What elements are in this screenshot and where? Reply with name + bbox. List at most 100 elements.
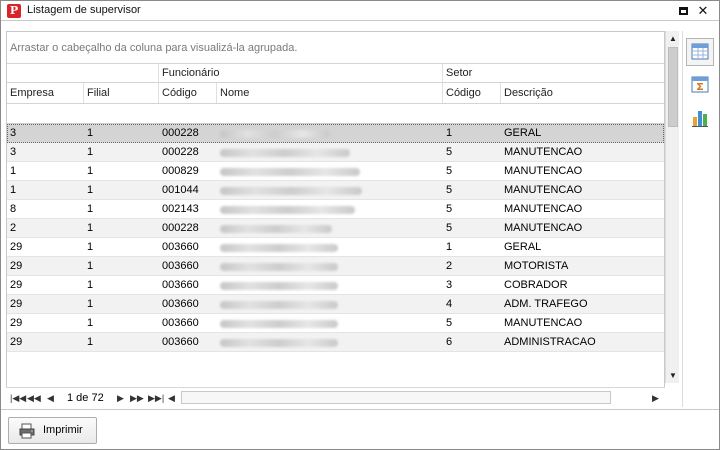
next-page-icon[interactable]: ▶ (117, 391, 124, 405)
table-row[interactable]: 1 1 001044 5 MANUTENCAO (7, 181, 664, 200)
pager-bar: |◀◀ ◀◀ ◀ 1 de 72 ▶ ▶▶ ▶▶| ◀ ▶ (6, 387, 665, 407)
cell-filial: 1 (87, 279, 94, 291)
cell-empresa: 29 (10, 317, 23, 329)
cell-nome (217, 162, 443, 180)
cell-filial: 1 (87, 203, 94, 215)
cell-setor-codigo: 5 (446, 146, 453, 158)
cell-empresa: 29 (10, 336, 23, 348)
scrollbar-thumb[interactable] (668, 47, 678, 127)
table-row[interactable]: 29 1 003660 5 MANUTENCAO (7, 314, 664, 333)
cell-descricao: MANUTENCAO (504, 146, 583, 158)
table-row[interactable]: 29 1 003660 6 ADMINISTRACAO (7, 333, 664, 352)
group-by-hint: Arrastar o cabeçalho da coluna para visu… (10, 42, 298, 54)
band-setor[interactable]: Setor (443, 64, 664, 82)
table-row[interactable]: 29 1 003660 4 ADM. TRAFEGO (7, 295, 664, 314)
title-bar: P Listagem de supervisor ✕ (1, 1, 719, 21)
side-toolbar (682, 31, 716, 407)
chart-view-button[interactable] (686, 104, 714, 132)
print-button[interactable]: Imprimir (8, 417, 97, 444)
cell-nome (217, 143, 443, 161)
cell-filial: 1 (87, 317, 94, 329)
pivot-view-button[interactable] (686, 71, 714, 99)
group-by-panel[interactable]: Arrastar o cabeçalho da coluna para visu… (7, 32, 664, 64)
cell-empresa: 29 (10, 260, 23, 272)
cell-codigo: 003660 (162, 241, 199, 253)
cell-setor-codigo: 1 (446, 127, 453, 139)
horizontal-scrollbar[interactable] (181, 391, 611, 404)
cell-descricao: GERAL (504, 127, 542, 139)
cell-codigo: 000228 (162, 127, 199, 139)
cell-filial: 1 (87, 336, 94, 348)
cell-empresa: 2 (10, 222, 17, 234)
cell-filial: 1 (87, 241, 94, 253)
restore-button[interactable] (675, 3, 691, 19)
column-header-row: Empresa Filial Código Nome Código Descri… (7, 83, 664, 104)
column-header-nome[interactable]: Nome (217, 83, 443, 103)
prev-group-icon[interactable]: ◀◀ (27, 391, 41, 405)
grid-view-button[interactable] (686, 38, 714, 66)
window-title: Listagem de supervisor (27, 4, 141, 16)
cell-setor-codigo: 6 (446, 336, 453, 348)
cell-nome (217, 257, 443, 275)
cell-empresa: 8 (10, 203, 17, 215)
scroll-left-icon[interactable]: ◀ (168, 391, 175, 405)
column-header-filial[interactable]: Filial (84, 83, 159, 103)
cell-setor-codigo: 1 (446, 241, 453, 253)
vertical-scrollbar[interactable]: ▲ ▼ (665, 31, 679, 383)
band-funcionario[interactable]: Funcionário (159, 64, 443, 82)
cell-codigo: 003660 (162, 279, 199, 291)
redacted-name (220, 282, 338, 290)
cell-descricao: MANUTENCAO (504, 222, 583, 234)
table-row[interactable]: 3 1 000228 5 MANUTENCAO (7, 143, 664, 162)
table-body: 3 1 000228 1 GERAL 3 1 000228 5 MANUTENCAO 1 1 00082… (7, 124, 664, 352)
table-row[interactable]: 29 1 003660 2 MOTORISTA (7, 257, 664, 276)
cell-descricao: MANUTENCAO (504, 203, 583, 215)
cell-setor-codigo: 5 (446, 317, 453, 329)
cell-empresa: 3 (10, 127, 17, 139)
table-row[interactable]: 1 1 000829 5 MANUTENCAO (7, 162, 664, 181)
data-grid: Arrastar o cabeçalho da coluna para visu… (6, 31, 665, 407)
cell-nome (217, 333, 443, 351)
grid-view-icon (691, 43, 709, 60)
cell-codigo: 000228 (162, 222, 199, 234)
redacted-name (220, 225, 332, 233)
first-page-icon[interactable]: |◀◀ (10, 391, 26, 405)
cell-codigo: 003660 (162, 336, 199, 348)
filter-row[interactable] (7, 104, 664, 124)
next-group-icon[interactable]: ▶▶ (130, 391, 144, 405)
redacted-name (220, 168, 360, 176)
cell-codigo: 003660 (162, 317, 199, 329)
cell-empresa: 1 (10, 184, 17, 196)
column-header-setor-codigo[interactable]: Código (443, 83, 501, 103)
cell-descricao: COBRADOR (504, 279, 568, 291)
cell-empresa: 29 (10, 279, 23, 291)
cell-codigo: 003660 (162, 298, 199, 310)
scroll-right-icon[interactable]: ▶ (652, 391, 659, 405)
table-row[interactable]: 2 1 000228 5 MANUTENCAO (7, 219, 664, 238)
cell-setor-codigo: 5 (446, 165, 453, 177)
prev-page-icon[interactable]: ◀ (47, 391, 54, 405)
cell-descricao: MOTORISTA (504, 260, 569, 272)
column-header-descricao[interactable]: Descrição (501, 83, 664, 103)
cell-descricao: MANUTENCAO (504, 165, 583, 177)
table-row[interactable]: 29 1 003660 3 COBRADOR (7, 276, 664, 295)
cell-setor-codigo: 2 (446, 260, 453, 272)
table-row[interactable]: 29 1 003660 1 GERAL (7, 238, 664, 257)
cell-nome (217, 200, 443, 218)
scroll-down-icon[interactable]: ▼ (666, 369, 680, 383)
last-page-icon[interactable]: ▶▶| (148, 391, 164, 405)
redacted-name (220, 187, 362, 195)
close-button[interactable]: ✕ (695, 3, 711, 19)
cell-setor-codigo: 3 (446, 279, 453, 291)
cell-filial: 1 (87, 127, 94, 139)
app-logo-icon: P (7, 4, 21, 18)
table-row[interactable]: 8 1 002143 5 MANUTENCAO (7, 200, 664, 219)
bar-chart-icon (692, 111, 708, 127)
cell-codigo: 001044 (162, 184, 199, 196)
scroll-up-icon[interactable]: ▲ (666, 32, 680, 46)
footer-bar: Imprimir (1, 409, 719, 449)
table-row[interactable]: 3 1 000228 1 GERAL (7, 124, 664, 143)
column-header-func-codigo[interactable]: Código (159, 83, 217, 103)
column-header-empresa[interactable]: Empresa (7, 83, 84, 103)
redacted-name (220, 206, 355, 214)
